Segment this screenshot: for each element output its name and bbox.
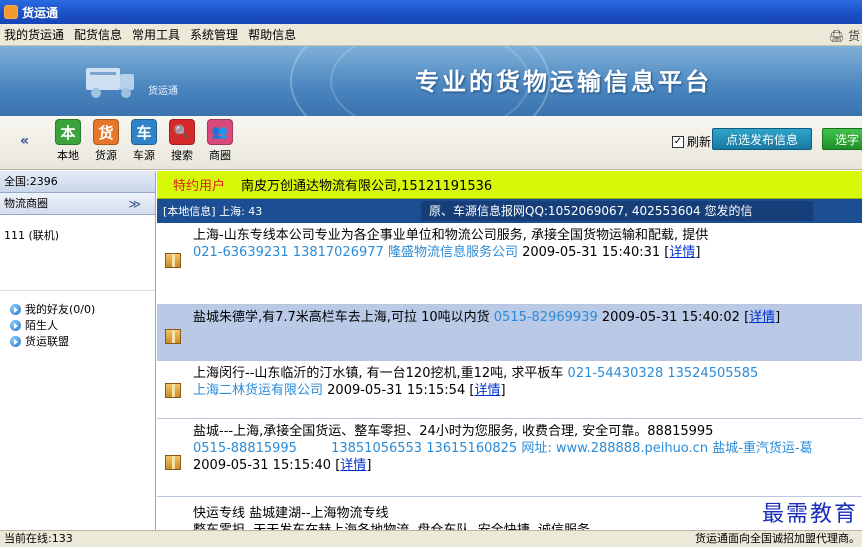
refresh-checkbox[interactable]: ✓ 刷新 <box>672 133 711 150</box>
tool-cargo-button[interactable]: 货 货源 <box>88 119 124 163</box>
tool-label: 本地 <box>57 149 79 162</box>
scrolling-notice: 原、车源信息报网QQ:1052069067, 402553604 您发的信 <box>421 201 813 221</box>
info-panel: 特约用户 南皮万创通达物流有限公司,15121191536 [本地信息] 上海:… <box>157 171 862 530</box>
listing-text: 盐城朱德学,有7.7米高栏车去上海,可拉 10吨以内货 <box>193 310 490 325</box>
cargo-icon: 货 <box>93 119 119 145</box>
tool-label: 搜索 <box>171 149 193 162</box>
expand-arrow-icon <box>10 335 21 347</box>
info-bar: [本地信息] 上海: 43 原、车源信息报网QQ:1052069067, 402… <box>157 199 862 223</box>
listing-company[interactable]: 上海二林货运有限公司 <box>193 383 323 398</box>
tool-label: 货源 <box>95 149 117 162</box>
detail-link[interactable]: 详情 <box>340 458 366 473</box>
app-icon <box>4 5 18 19</box>
listing-phone: 021-54430328 13524505585 <box>567 366 759 381</box>
checkbox-check-icon: ✓ <box>672 135 684 148</box>
listing-phone: 0515-88815995 <box>193 441 297 456</box>
truck-icon: 车 <box>131 119 157 145</box>
national-total: 全国:2396 <box>0 171 155 193</box>
collapse-sidebar-button[interactable]: « <box>20 133 29 149</box>
listing-time: 2009-05-31 15:40:31 <box>522 245 661 260</box>
chevron-down-icon[interactable]: ≫ <box>128 193 141 215</box>
refresh-label: 刷新 <box>687 135 712 149</box>
listing-time: 2009-05-31 15:40:02 <box>601 310 740 325</box>
list-item[interactable]: 盐城朱德学,有7.7米高栏车去上海,可拉 10吨以内货 0515-8296993… <box>157 305 862 361</box>
people-icon: 👥 <box>207 119 233 145</box>
group-label: 我的好友(0/0) <box>25 303 96 316</box>
vip-banner[interactable]: 特约用户 南皮万创通达物流有限公司,15121191536 <box>157 171 862 199</box>
search-icon: 🔍 <box>169 119 195 145</box>
menu-tools[interactable]: 常用工具 <box>132 26 180 43</box>
listing-web-label: 网址: <box>521 441 552 456</box>
window-title: 货运通 <box>22 5 59 20</box>
listing-phone-2: 13851056553 13615160825 <box>331 441 518 456</box>
listing-time: 2009-05-31 15:15:54 <box>327 383 466 398</box>
group-label: 货运联盟 <box>25 335 69 348</box>
detail-link[interactable]: 详情 <box>749 310 775 325</box>
listing-company[interactable]: 盐城-重汽货运-葛 <box>712 441 812 456</box>
toolbar: « 本 本地 货 货源 车 车源 🔍 搜索 👥 商圈 ✓ 刷新 点选发布信息 选… <box>0 116 862 170</box>
online-count: 当前在线:133 <box>4 532 73 545</box>
listing-text: 盐城---上海,承接全国货运、整车零担、24小时为您服务, 收费合理, 安全可靠… <box>193 424 714 439</box>
list-item[interactable]: 盐城---上海,承接全国货运、整车零担、24小时为您服务, 收费合理, 安全可靠… <box>157 419 862 497</box>
tool-label: 车源 <box>133 149 155 162</box>
group-strangers[interactable]: 陌生人 <box>0 317 155 333</box>
title-bar: 货运通 <box>0 0 862 24</box>
menu-cargo-info[interactable]: 配货信息 <box>74 26 122 43</box>
tool-truck-button[interactable]: 车 车源 <box>126 119 162 163</box>
logistics-circle-title: 物流商圈 <box>4 197 48 210</box>
list-item[interactable]: 快运专线 盐城建湖--上海物流专线 整车零担, 天天发车在赫上海各地物流, 盘仓… <box>157 497 862 530</box>
tool-label: 商圈 <box>209 149 231 162</box>
logo-text: 货运通 <box>148 86 178 97</box>
tool-circle-button[interactable]: 👥 商圈 <box>202 119 238 163</box>
local-info-count: [本地信息] 上海: 43 <box>163 205 263 218</box>
listing-text: 上海-山东专线本公司专业为各企事业单位和物流公司服务, 承接全国货物运输和配载,… <box>193 228 709 243</box>
sidebar: 全国:2396 物流商圈 ≫ 111 (联机) 我的好友(0/0) 陌生人 货运… <box>0 171 156 547</box>
truck-logo-icon <box>86 68 134 98</box>
group-my-friends[interactable]: 我的好友(0/0) <box>0 301 155 317</box>
package-icon <box>165 383 181 398</box>
menu-system[interactable]: 系统管理 <box>190 26 238 43</box>
expand-arrow-icon <box>10 303 21 315</box>
banner-slogan: 专业的货物运输信息平台 <box>415 68 712 96</box>
online-group[interactable]: 111 (联机) <box>0 215 155 291</box>
list-item[interactable]: 上海-山东专线本公司专业为各企事业单位和物流公司服务, 承接全国货物运输和配载,… <box>157 223 862 305</box>
status-bar: 当前在线:133 货运通面向全国诚招加盟代理商。 <box>0 530 862 547</box>
listing-phone: 021-63639231 13817026977 <box>193 245 384 260</box>
listing-phone: 0515-82969939 <box>493 310 598 325</box>
group-label: 陌生人 <box>25 319 58 332</box>
group-freight-alliance[interactable]: 货运联盟 <box>0 333 155 349</box>
local-icon: 本 <box>55 119 81 145</box>
listing-text: 上海闵行--山东临沂的汀水镇, 有一台120挖机,重12吨, 求平板车 <box>193 366 564 381</box>
listing-web[interactable]: www.288888.peihuo.cn <box>556 441 708 456</box>
pick-button[interactable]: 选字 <box>822 128 862 150</box>
vip-text: 南皮万创通达物流有限公司,15121191536 <box>241 179 493 194</box>
tool-local-button[interactable]: 本 本地 <box>50 119 86 163</box>
menu-help[interactable]: 帮助信息 <box>248 26 296 43</box>
friend-groups: 我的好友(0/0) 陌生人 货运联盟 <box>0 291 155 349</box>
banner: 货运通 专业的货物运输信息平台 <box>0 46 862 116</box>
vip-tag: 特约用户 <box>173 179 226 194</box>
detail-link[interactable]: 详情 <box>474 383 500 398</box>
detail-link[interactable]: 详情 <box>669 245 695 260</box>
package-icon <box>165 253 181 268</box>
watermark-text: 最需教育 <box>761 502 858 527</box>
publish-button[interactable]: 点选发布信息 <box>712 128 812 150</box>
package-icon <box>165 455 181 470</box>
expand-arrow-icon <box>10 319 21 331</box>
menu-my-account[interactable]: 我的货运通 <box>4 26 64 43</box>
listing-company[interactable]: 隆盛物流信息服务公司 <box>388 245 518 260</box>
listing-time: 2009-05-31 15:15:40 <box>193 458 332 473</box>
print-icon[interactable]: 🖨 货 <box>829 27 860 44</box>
logistics-circle-header[interactable]: 物流商圈 ≫ <box>0 193 155 215</box>
menu-bar: 我的货运通 配货信息 常用工具 系统管理 帮助信息 🖨 货 <box>0 24 862 46</box>
list-item[interactable]: 上海闵行--山东临沂的汀水镇, 有一台120挖机,重12吨, 求平板车 021-… <box>157 361 862 419</box>
tool-search-button[interactable]: 🔍 搜索 <box>164 119 200 163</box>
package-icon <box>165 329 181 344</box>
recruit-notice: 货运通面向全国诚招加盟代理商。 <box>695 532 860 545</box>
